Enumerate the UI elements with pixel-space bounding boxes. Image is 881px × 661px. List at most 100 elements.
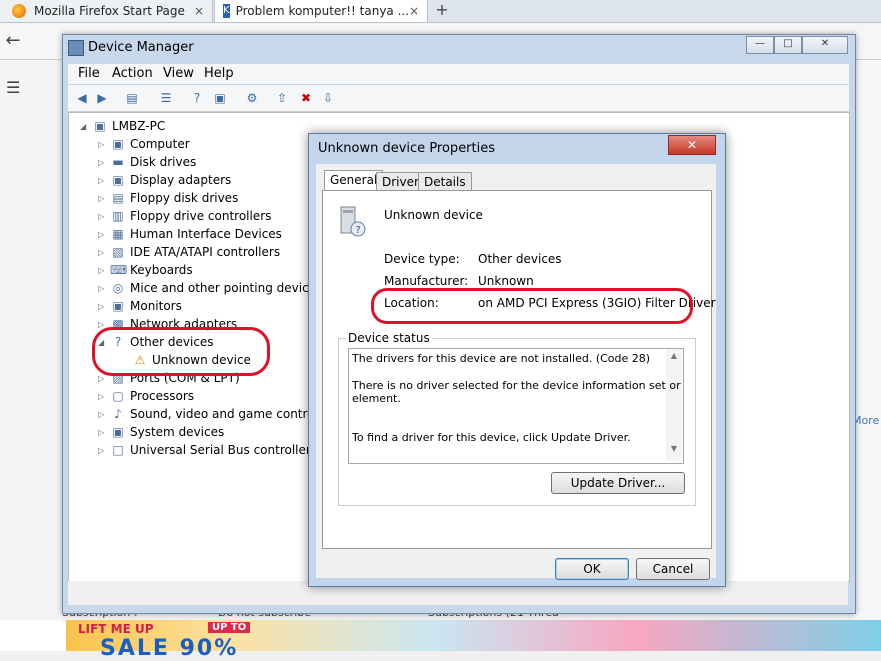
tree-item[interactable]: ▷ ▦ Human Interface Devices: [98, 225, 282, 243]
device-type-label: Device type:: [384, 252, 460, 266]
dialog-title: Unknown device Properties: [318, 141, 496, 156]
banner-lift-text: LIFT ME UP: [78, 622, 154, 636]
status-line: To find a driver for this device, click …: [352, 431, 631, 444]
disk-icon: ▬: [112, 155, 124, 169]
device-name: Unknown device: [384, 208, 483, 222]
new-tab-button[interactable]: +: [432, 0, 452, 22]
tree-item[interactable]: ▷ ▬ Disk drives: [98, 153, 196, 171]
device-status-legend: Device status: [346, 331, 432, 345]
tree-item[interactable]: ▷ ▣ Monitors: [98, 297, 182, 315]
list-icon[interactable]: ☰: [158, 90, 174, 106]
tree-item-label: Floppy disk drives: [130, 191, 239, 205]
minimize-button[interactable]: —: [746, 36, 774, 54]
tree-item-label: Keyboards: [130, 263, 193, 277]
properties-pane-icon[interactable]: ▤: [124, 90, 140, 106]
close-icon[interactable]: ×: [194, 4, 204, 18]
maximize-button[interactable]: □: [774, 36, 802, 54]
update-driver-button[interactable]: Update Driver...: [551, 472, 685, 494]
tab-general[interactable]: General: [324, 170, 384, 192]
back-arrow-icon[interactable]: ◀: [74, 90, 90, 106]
ok-button[interactable]: OK: [555, 558, 629, 580]
status-line: The drivers for this device are not inst…: [352, 352, 651, 365]
close-button[interactable]: ✕: [802, 36, 848, 54]
hid-icon: ▦: [112, 227, 124, 241]
scroll-up-icon[interactable]: ▲: [666, 351, 682, 360]
tree-item[interactable]: ▷ ▢ Processors: [98, 387, 194, 405]
expand-icon[interactable]: ▷: [98, 284, 108, 293]
tab-firefox-start[interactable]: Mozilla Firefox Start Page ×: [0, 0, 213, 22]
tree-item[interactable]: ▷ ◎ Mice and other pointing devices: [98, 279, 322, 297]
tree-item-label: Floppy drive controllers: [130, 209, 272, 223]
unknown-device-icon: ?: [338, 205, 368, 237]
menu-view[interactable]: View: [163, 64, 194, 84]
annotation-circle: [371, 288, 693, 324]
tree-item-label: Computer: [130, 137, 190, 151]
toolbar: [68, 85, 849, 112]
more-link[interactable]: More: [852, 414, 879, 427]
tree-item[interactable]: ▷ ▣ Computer: [98, 135, 190, 153]
expand-icon[interactable]: ▷: [98, 302, 108, 311]
tree-item[interactable]: ▷ ▣ System devices: [98, 423, 224, 441]
help-icon[interactable]: ?: [189, 90, 205, 106]
console-icon[interactable]: ▣: [212, 90, 228, 106]
system-icon: ▣: [112, 425, 124, 439]
manufacturer-value: Unknown: [478, 274, 534, 288]
expand-icon[interactable]: ▷: [98, 248, 108, 257]
tree-item[interactable]: ▷ ♪ Sound, video and game controllers: [98, 405, 340, 423]
close-icon[interactable]: ×: [409, 4, 419, 18]
hamburger-menu-icon[interactable]: ☰: [6, 78, 20, 97]
expand-icon[interactable]: ▷: [98, 428, 108, 437]
menu-help[interactable]: Help: [204, 64, 234, 84]
window-title: Device Manager: [88, 40, 194, 55]
keyboard-icon: ⌨: [110, 263, 128, 277]
tree-item[interactable]: ▷ ▤ Floppy disk drives: [98, 189, 238, 207]
expand-icon[interactable]: ▷: [98, 212, 108, 221]
dialog-close-button[interactable]: ✕: [668, 135, 716, 155]
tab-problem-komputer[interactable]: K Problem komputer!! tanya ... ×: [214, 0, 428, 22]
update-driver-icon[interactable]: ⇧: [274, 90, 290, 106]
cancel-button[interactable]: Cancel: [636, 558, 710, 580]
expand-icon[interactable]: ▷: [98, 392, 108, 401]
tree-item[interactable]: ▷ ▧ IDE ATA/ATAPI controllers: [98, 243, 280, 261]
tree-item-label: Universal Serial Bus controllers: [130, 443, 318, 457]
tree-item-label: System devices: [130, 425, 225, 439]
tree-item-label: Display adapters: [130, 173, 232, 187]
banner-upto-text: UP TO: [208, 622, 251, 633]
device-status-textbox[interactable]: [348, 348, 684, 464]
menu-file[interactable]: File: [78, 64, 100, 84]
usb-icon: □: [112, 443, 124, 457]
computer-icon: ▣: [94, 119, 106, 133]
collapse-icon[interactable]: ◢: [80, 122, 90, 131]
expand-icon[interactable]: ▷: [98, 410, 108, 419]
uninstall-icon[interactable]: ✖: [298, 90, 314, 106]
web-page-left-column: [0, 60, 63, 620]
expand-icon[interactable]: ▷: [98, 194, 108, 203]
expand-icon[interactable]: ▷: [98, 140, 108, 149]
floppy-icon: ▤: [112, 191, 124, 205]
scan-hardware-icon[interactable]: ⚙: [244, 90, 260, 106]
tree-item-label: Human Interface Devices: [130, 227, 282, 241]
expand-icon[interactable]: ▷: [98, 176, 108, 185]
tree-item-label: IDE ATA/ATAPI controllers: [130, 245, 281, 259]
tree-item[interactable]: ▷ ▣ Display adapters: [98, 171, 231, 189]
tree-root[interactable]: ◢ ▣ LMBZ-PC: [80, 117, 165, 135]
ide-icon: ▧: [112, 245, 124, 259]
expand-icon[interactable]: ▷: [98, 266, 108, 275]
tab-details[interactable]: Details: [418, 172, 472, 191]
forward-arrow-icon[interactable]: ▶: [94, 90, 110, 106]
web-page-right-column: [852, 60, 881, 620]
tree-item[interactable]: ▷ □ Universal Serial Bus controllers: [98, 441, 317, 459]
tree-item[interactable]: ▷ ⌨ Keyboards: [98, 261, 193, 279]
scroll-down-icon[interactable]: ▼: [666, 444, 682, 453]
firefox-logo-icon: [12, 4, 26, 18]
back-arrow-icon[interactable]: ←: [2, 30, 24, 52]
expand-icon[interactable]: ▷: [98, 230, 108, 239]
status-line: element.: [352, 392, 401, 405]
expand-icon[interactable]: ▷: [98, 446, 108, 455]
menu-action[interactable]: Action: [112, 64, 153, 84]
disable-icon[interactable]: ⇩: [320, 90, 336, 106]
status-scrollbar[interactable]: ▲ ▼: [666, 349, 682, 461]
tree-item[interactable]: ▷ ▥ Floppy drive controllers: [98, 207, 271, 225]
device-manager-icon: [68, 40, 84, 56]
expand-icon[interactable]: ▷: [98, 158, 108, 167]
